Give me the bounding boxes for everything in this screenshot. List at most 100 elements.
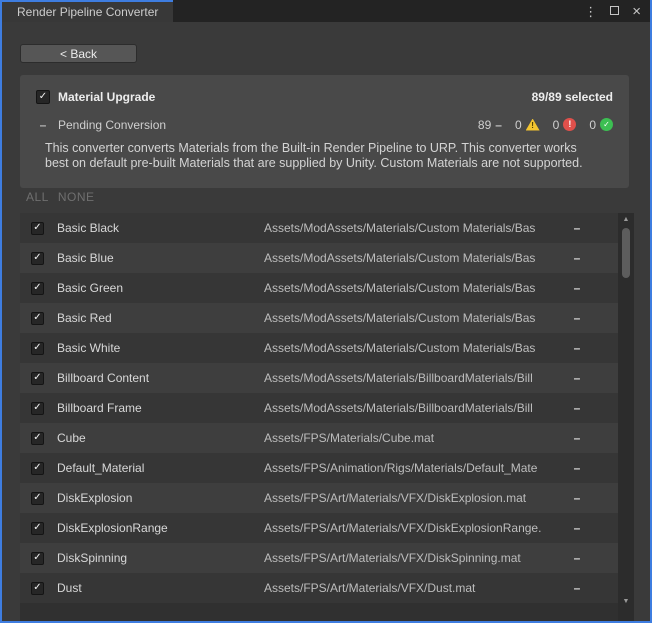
converter-panel: ✓ Material Upgrade 89/89 selected – Pend… — [20, 75, 629, 188]
pending-dash-icon: – — [495, 118, 502, 132]
pending-status-icon: – — [570, 251, 584, 265]
material-name: Basic Red — [57, 311, 264, 325]
pending-status-icon: – — [570, 461, 584, 475]
window-title: Render Pipeline Converter — [17, 5, 158, 19]
success-icon: ✓ — [600, 118, 613, 131]
check-icon: ✓ — [33, 553, 41, 563]
material-row[interactable]: ✓ Default_Material Assets/FPS/Animation/… — [20, 453, 618, 483]
check-icon: ✓ — [33, 403, 41, 413]
material-row[interactable]: ✓ DiskExplosion Assets/FPS/Art/Materials… — [20, 483, 618, 513]
check-icon: ✓ — [33, 493, 41, 503]
window-controls: ⋮ × — [584, 0, 641, 22]
row-checkbox[interactable]: ✓ — [31, 582, 44, 595]
material-name: Billboard Content — [57, 371, 264, 385]
row-checkbox[interactable]: ✓ — [31, 372, 44, 385]
row-checkbox[interactable]: ✓ — [31, 252, 44, 265]
scroll-down-icon[interactable]: ▼ — [618, 597, 634, 607]
description-line-1: This converter converts Materials from t… — [45, 141, 613, 156]
row-checkbox[interactable]: ✓ — [31, 462, 44, 475]
scroll-up-icon[interactable]: ▲ — [618, 215, 634, 225]
material-row[interactable]: ✓ Billboard Frame Assets/ModAssets/Mater… — [20, 393, 618, 423]
pending-count-group: 89 – — [478, 118, 502, 132]
pending-status-icon: – — [570, 491, 584, 505]
material-row[interactable]: ✓ Basic Blue Assets/ModAssets/Materials/… — [20, 243, 618, 273]
material-row[interactable]: ✓ Basic Black Assets/ModAssets/Materials… — [20, 213, 618, 243]
check-icon: ✓ — [33, 253, 41, 263]
material-row[interactable]: ✓ Dust Assets/FPS/Art/Materials/VFX/Dust… — [20, 573, 618, 603]
converter-header-row: ✓ Material Upgrade 89/89 selected — [36, 89, 613, 105]
pending-status-icon: – — [570, 401, 584, 415]
material-name: Dust — [57, 581, 264, 595]
material-path: Assets/FPS/Art/Materials/VFX/Dust.mat — [264, 581, 570, 595]
row-checkbox[interactable]: ✓ — [31, 552, 44, 565]
success-count: 0 — [589, 118, 596, 132]
material-row[interactable]: ✓ Cube Assets/FPS/Materials/Cube.mat – — [20, 423, 618, 453]
material-path: Assets/FPS/Animation/Rigs/Materials/Defa… — [264, 461, 570, 475]
scrollbar-thumb[interactable] — [622, 228, 630, 278]
vertical-scrollbar[interactable]: ▲ ▼ — [618, 213, 634, 621]
status-counts: 89 – 0 ! 0 ! 0 ✓ — [478, 118, 613, 132]
row-checkbox[interactable]: ✓ — [31, 222, 44, 235]
material-list-area: ✓ Basic Black Assets/ModAssets/Materials… — [20, 213, 634, 621]
row-checkbox[interactable]: ✓ — [31, 342, 44, 355]
check-icon: ✓ — [33, 223, 41, 233]
check-icon: ✓ — [33, 343, 41, 353]
material-upgrade-checkbox[interactable]: ✓ — [36, 90, 50, 104]
material-path: Assets/ModAssets/Materials/BillboardMate… — [264, 371, 570, 385]
material-row[interactable]: ✓ Basic White Assets/ModAssets/Materials… — [20, 333, 618, 363]
warning-icon: ! — [526, 119, 540, 131]
check-icon: ✓ — [33, 283, 41, 293]
row-checkbox[interactable]: ✓ — [31, 492, 44, 505]
material-row[interactable]: ✓ Basic Green Assets/ModAssets/Materials… — [20, 273, 618, 303]
material-path: Assets/ModAssets/Materials/BillboardMate… — [264, 401, 570, 415]
material-name: Basic Black — [57, 221, 264, 235]
select-none-button[interactable]: NONE — [58, 190, 95, 204]
pending-status-icon: – — [570, 311, 584, 325]
row-checkbox[interactable]: ✓ — [31, 312, 44, 325]
selected-count: 89/89 selected — [532, 90, 613, 104]
pending-status-icon: – — [570, 581, 584, 595]
pending-status-icon: – — [570, 521, 584, 535]
menu-kebab-icon[interactable]: ⋮ — [584, 5, 597, 18]
window-content: < Back ✓ Material Upgrade 89/89 selected… — [2, 22, 650, 621]
row-checkbox[interactable]: ✓ — [31, 282, 44, 295]
material-name: DiskSpinning — [57, 551, 264, 565]
material-name: Billboard Frame — [57, 401, 264, 415]
material-path: Assets/ModAssets/Materials/Custom Materi… — [264, 311, 570, 325]
material-row[interactable]: ✓ DiskExplosionRange Assets/FPS/Art/Mate… — [20, 513, 618, 543]
material-name: Cube — [57, 431, 264, 445]
pending-status-icon: – — [570, 551, 584, 565]
pending-status-icon: – — [570, 371, 584, 385]
check-icon: ✓ — [33, 583, 41, 593]
material-row[interactable]: ✓ Basic Red Assets/ModAssets/Materials/C… — [20, 303, 618, 333]
material-path: Assets/FPS/Art/Materials/VFX/DiskExplosi… — [264, 491, 570, 505]
tab-render-pipeline-converter[interactable]: Render Pipeline Converter — [2, 0, 173, 22]
select-all-button[interactable]: ALL — [26, 190, 49, 204]
material-name: Basic White — [57, 341, 264, 355]
warning-count: 0 — [515, 118, 522, 132]
error-icon: ! — [563, 118, 576, 131]
close-icon[interactable]: × — [632, 4, 641, 19]
material-name: Basic Blue — [57, 251, 264, 265]
mixed-state-icon: – — [36, 118, 50, 132]
check-icon: ✓ — [33, 373, 41, 383]
material-path: Assets/ModAssets/Materials/Custom Materi… — [264, 251, 570, 265]
material-name: Basic Green — [57, 281, 264, 295]
maximize-icon[interactable] — [610, 2, 619, 20]
material-name: DiskExplosionRange — [57, 521, 264, 535]
material-path: Assets/ModAssets/Materials/Custom Materi… — [264, 341, 570, 355]
pending-count: 89 — [478, 118, 491, 132]
row-checkbox[interactable]: ✓ — [31, 402, 44, 415]
material-list: ✓ Basic Black Assets/ModAssets/Materials… — [20, 213, 618, 621]
render-pipeline-converter-window: Render Pipeline Converter ⋮ × < Back ✓ M… — [0, 0, 652, 623]
pending-conversion-row[interactable]: – Pending Conversion 89 – 0 ! 0 ! — [36, 117, 613, 132]
material-row[interactable]: ✓ DiskSpinning Assets/FPS/Art/Materials/… — [20, 543, 618, 573]
row-checkbox[interactable]: ✓ — [31, 432, 44, 445]
back-button[interactable]: < Back — [20, 44, 137, 63]
pending-status-icon: – — [570, 281, 584, 295]
material-path: Assets/FPS/Materials/Cube.mat — [264, 431, 570, 445]
check-icon: ✓ — [33, 313, 41, 323]
material-row[interactable]: ✓ Billboard Content Assets/ModAssets/Mat… — [20, 363, 618, 393]
row-checkbox[interactable]: ✓ — [31, 522, 44, 535]
material-name: DiskExplosion — [57, 491, 264, 505]
